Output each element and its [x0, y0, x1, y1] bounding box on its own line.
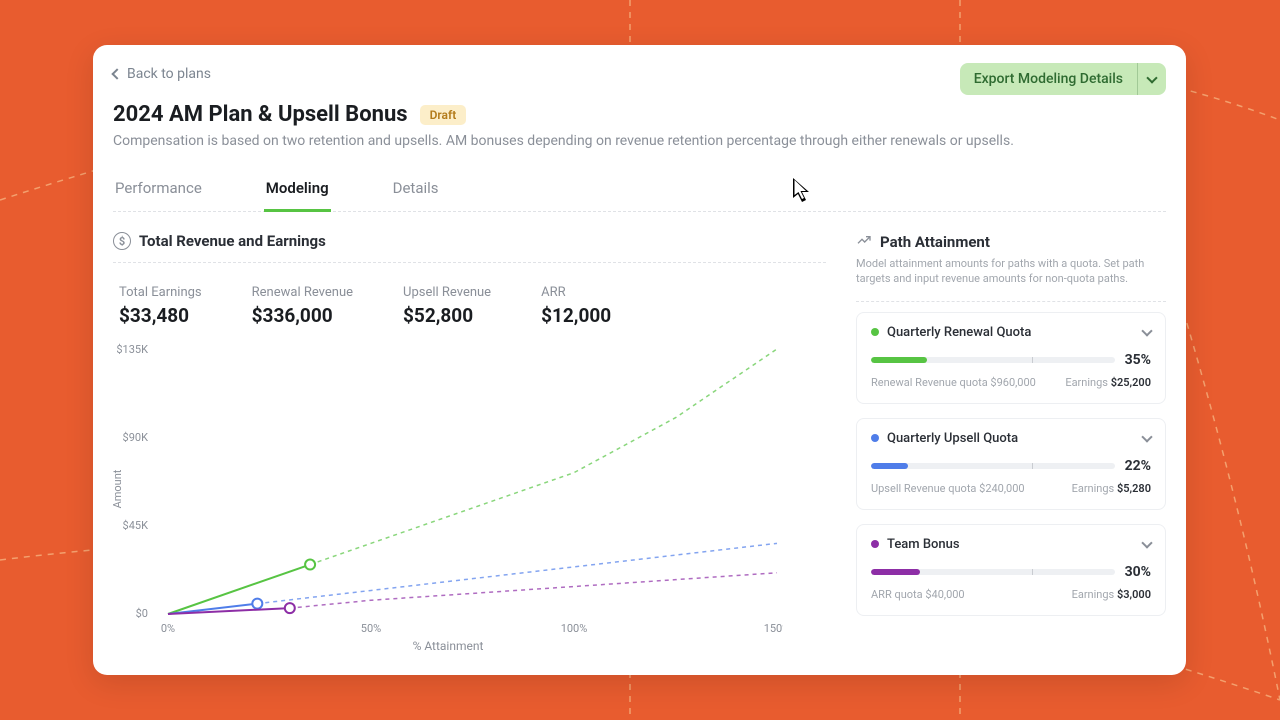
path-item-team: Team Bonus 30% ARR quota $40,000 Earning… [856, 524, 1166, 616]
svg-text:$90K: $90K [123, 431, 149, 444]
attainment-chart: $135K $90K $45K $0 Amount 0% 50% 100% 15… [113, 339, 783, 639]
progress-track [871, 569, 1115, 575]
svg-text:50%: 50% [361, 622, 381, 635]
chevron-down-icon [1146, 72, 1157, 83]
progress-track [871, 357, 1115, 363]
svg-text:$135K: $135K [116, 343, 148, 356]
export-label: Export Modeling Details [974, 71, 1123, 87]
svg-text:0%: 0% [161, 622, 175, 635]
trend-up-icon [856, 232, 872, 252]
chevron-down-icon [1141, 431, 1152, 442]
svg-text:Amount: Amount [113, 469, 124, 508]
path-toggle[interactable]: Quarterly Renewal Quota [871, 325, 1151, 340]
progress-fill [871, 357, 927, 363]
quota-line: Upsell Revenue quota $240,000 [871, 482, 1025, 495]
revenue-panel-title: Total Revenue and Earnings [139, 232, 326, 250]
dollar-icon: $ [113, 232, 131, 250]
stat-value: $52,800 [403, 304, 491, 327]
svg-text:$45K: $45K [123, 519, 149, 532]
path-item-upsell: Quarterly Upsell Quota 22% Upsell Revenu… [856, 418, 1166, 510]
path-title: Quarterly Renewal Quota [887, 325, 1135, 340]
progress-track [871, 463, 1115, 469]
back-to-plans-link[interactable]: Back to plans [113, 66, 211, 82]
quota-line: Renewal Revenue quota $960,000 [871, 376, 1036, 389]
progress-pct: 35% [1125, 352, 1151, 368]
series-dot-icon [871, 540, 879, 548]
export-button[interactable]: Export Modeling Details [960, 63, 1137, 95]
path-title: Team Bonus [887, 537, 1135, 552]
chart-x-label: % Attainment [113, 639, 783, 653]
tab-modeling[interactable]: Modeling [264, 171, 331, 212]
back-label: Back to plans [127, 66, 211, 82]
export-dropdown-button[interactable] [1137, 63, 1166, 95]
series-dot-icon [871, 434, 879, 442]
earnings-line: Earnings $3,000 [1072, 588, 1151, 601]
quota-line: ARR quota $40,000 [871, 588, 965, 601]
stat-label: Renewal Revenue [252, 285, 353, 300]
svg-text:100%: 100% [561, 622, 588, 635]
path-item-renewal: Quarterly Renewal Quota 35% Renewal Reve… [856, 312, 1166, 404]
stat-label: ARR [541, 285, 611, 300]
page-subtitle: Compensation is based on two retention a… [113, 133, 1166, 149]
chevron-left-icon [111, 68, 122, 79]
progress-fill [871, 569, 920, 575]
earnings-line: Earnings $5,280 [1072, 482, 1151, 495]
page-title: 2024 AM Plan & Upsell Bonus [113, 102, 408, 127]
stat-value: $33,480 [119, 304, 202, 327]
svg-text:150%: 150% [764, 622, 783, 635]
chevron-down-icon [1141, 325, 1152, 336]
path-title: Quarterly Upsell Quota [887, 431, 1135, 446]
stat-value: $12,000 [541, 304, 611, 327]
path-panel-subtitle: Model attainment amounts for paths with … [856, 256, 1166, 287]
tab-details[interactable]: Details [391, 171, 441, 212]
chevron-down-icon [1141, 537, 1152, 548]
stat-value: $336,000 [252, 304, 353, 327]
series-dot-icon [871, 328, 879, 336]
svg-text:$0: $0 [136, 607, 148, 620]
progress-fill [871, 463, 908, 469]
stat-label: Upsell Revenue [403, 285, 491, 300]
stat-label: Total Earnings [119, 285, 202, 300]
progress-pct: 22% [1125, 458, 1151, 474]
tab-performance[interactable]: Performance [113, 171, 204, 212]
progress-pct: 30% [1125, 564, 1151, 580]
earnings-line: Earnings $25,200 [1065, 376, 1151, 389]
path-panel-title: Path Attainment [880, 233, 990, 251]
path-toggle[interactable]: Quarterly Upsell Quota [871, 431, 1151, 446]
status-badge: Draft [420, 105, 467, 125]
path-toggle[interactable]: Team Bonus [871, 537, 1151, 552]
